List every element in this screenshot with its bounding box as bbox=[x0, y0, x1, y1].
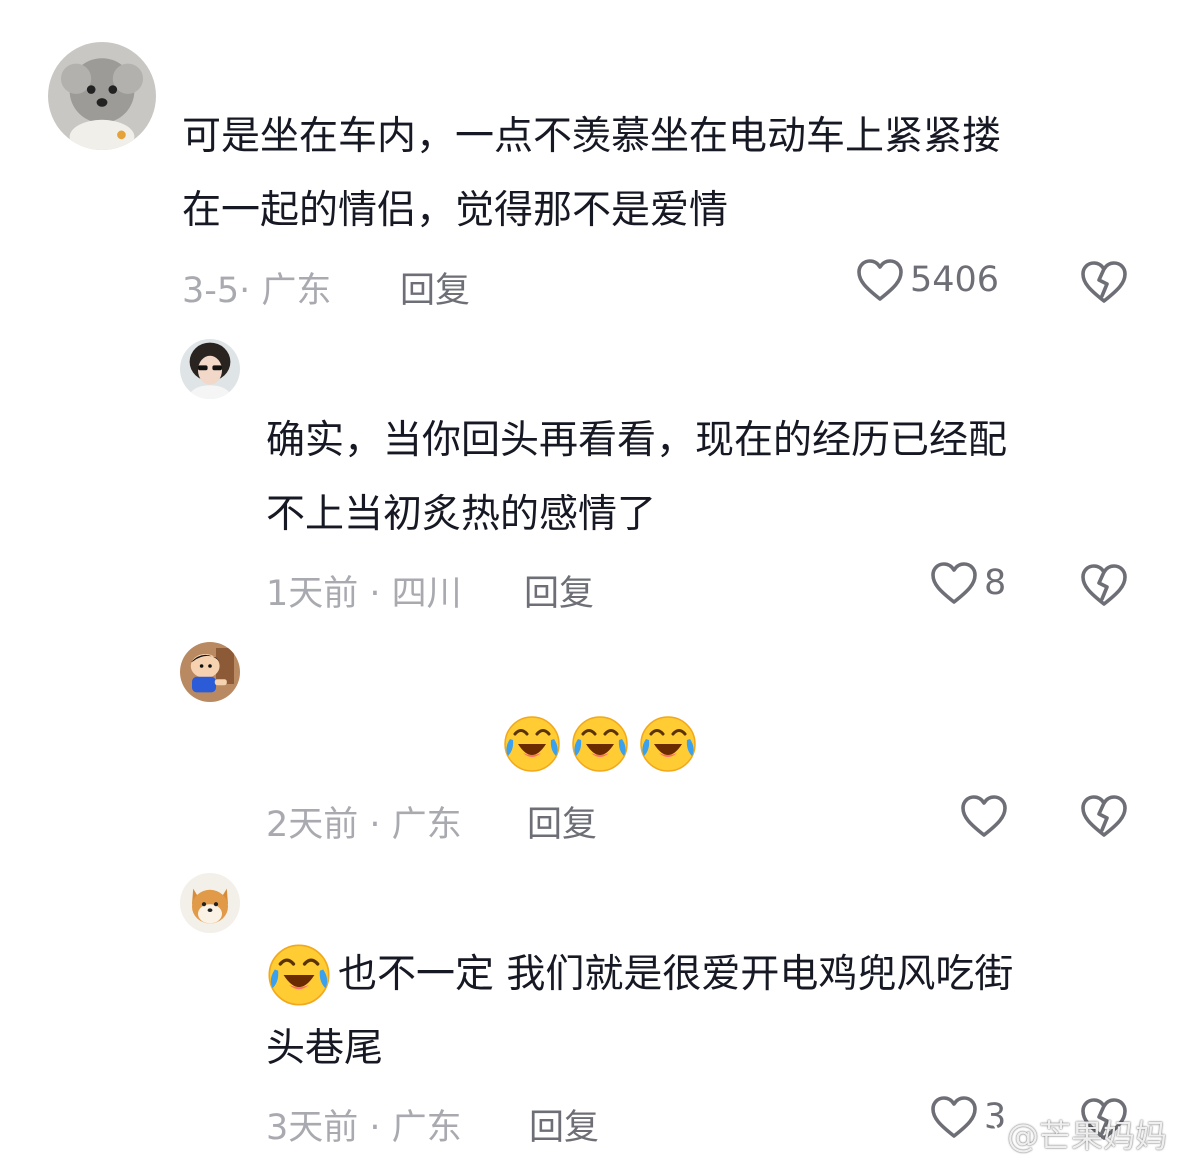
broken-heart-icon bbox=[1080, 563, 1128, 607]
crying-laughing-emoji-icon bbox=[502, 714, 562, 774]
avatar-image bbox=[180, 339, 240, 399]
reply-button[interactable]: 回复 bbox=[529, 1099, 599, 1150]
avatar-cartoon-boy[interactable] bbox=[180, 642, 240, 702]
avatar-image bbox=[180, 873, 240, 933]
like-button[interactable]: 5406 bbox=[856, 258, 999, 302]
comment-text-line: 也不一定 我们就是很爱开电鸡兜风吃街 bbox=[266, 938, 1013, 1012]
comment-meta: 2天前 · 广东 bbox=[266, 805, 462, 845]
comment-emoji-row bbox=[502, 714, 698, 774]
dislike-button[interactable] bbox=[1080, 260, 1128, 304]
comment-meta: 1天前 · 四川 bbox=[266, 574, 462, 614]
broken-heart-icon bbox=[1080, 794, 1128, 838]
crying-laughing-emoji-icon bbox=[266, 942, 332, 1008]
avatar-image bbox=[48, 42, 156, 150]
watermark-text: @芒果妈妈 bbox=[1006, 1117, 1167, 1155]
comment-1: 可是坐在车内，一点不羡慕坐在电动车上紧紧搂 在一起的情侣，觉得那不是爱情 3-5… bbox=[0, 0, 1179, 320]
dislike-button[interactable] bbox=[1080, 794, 1128, 838]
reply-button[interactable]: 回复 bbox=[400, 262, 470, 313]
like-button[interactable] bbox=[960, 794, 1008, 838]
reply-button[interactable]: 回复 bbox=[524, 565, 594, 616]
heart-icon bbox=[960, 794, 1008, 838]
dislike-button[interactable] bbox=[1080, 563, 1128, 607]
like-count: 5406 bbox=[910, 260, 1000, 300]
comment-text-line: 确实，当你回头再看看，现在的经历已经配 bbox=[266, 418, 1008, 463]
comment-text-line: 不上当初炙热的感情了 bbox=[266, 492, 657, 537]
watermark: @芒果妈妈 bbox=[963, 1111, 1167, 1157]
heart-icon bbox=[856, 258, 904, 302]
like-count: 8 bbox=[984, 563, 1007, 603]
comment-text-line: 在一起的情侣，觉得那不是爱情 bbox=[182, 188, 729, 233]
crying-laughing-emoji-icon bbox=[570, 714, 630, 774]
crying-laughing-emoji-icon bbox=[638, 714, 698, 774]
comment-meta: 3-5· 广东 bbox=[182, 271, 332, 311]
avatar-image bbox=[180, 642, 240, 702]
reply-button[interactable]: 回复 bbox=[527, 796, 597, 847]
like-button[interactable]: 8 bbox=[930, 561, 1006, 605]
weibo-icon bbox=[963, 1120, 999, 1150]
comment-text-line: 可是坐在车内，一点不羡慕坐在电动车上紧紧搂 bbox=[182, 114, 1002, 159]
heart-icon bbox=[930, 561, 978, 605]
broken-heart-icon bbox=[1080, 260, 1128, 304]
comment-meta: 3天前 · 广东 bbox=[266, 1108, 462, 1148]
comment-text: 也不一定 我们就是很爱开电鸡兜风吃街 bbox=[338, 952, 1014, 997]
avatar-shiba[interactable] bbox=[180, 873, 240, 933]
avatar-woman[interactable] bbox=[180, 339, 240, 399]
avatar-dog[interactable] bbox=[48, 42, 156, 150]
comment-text-line: 头巷尾 bbox=[266, 1026, 384, 1071]
